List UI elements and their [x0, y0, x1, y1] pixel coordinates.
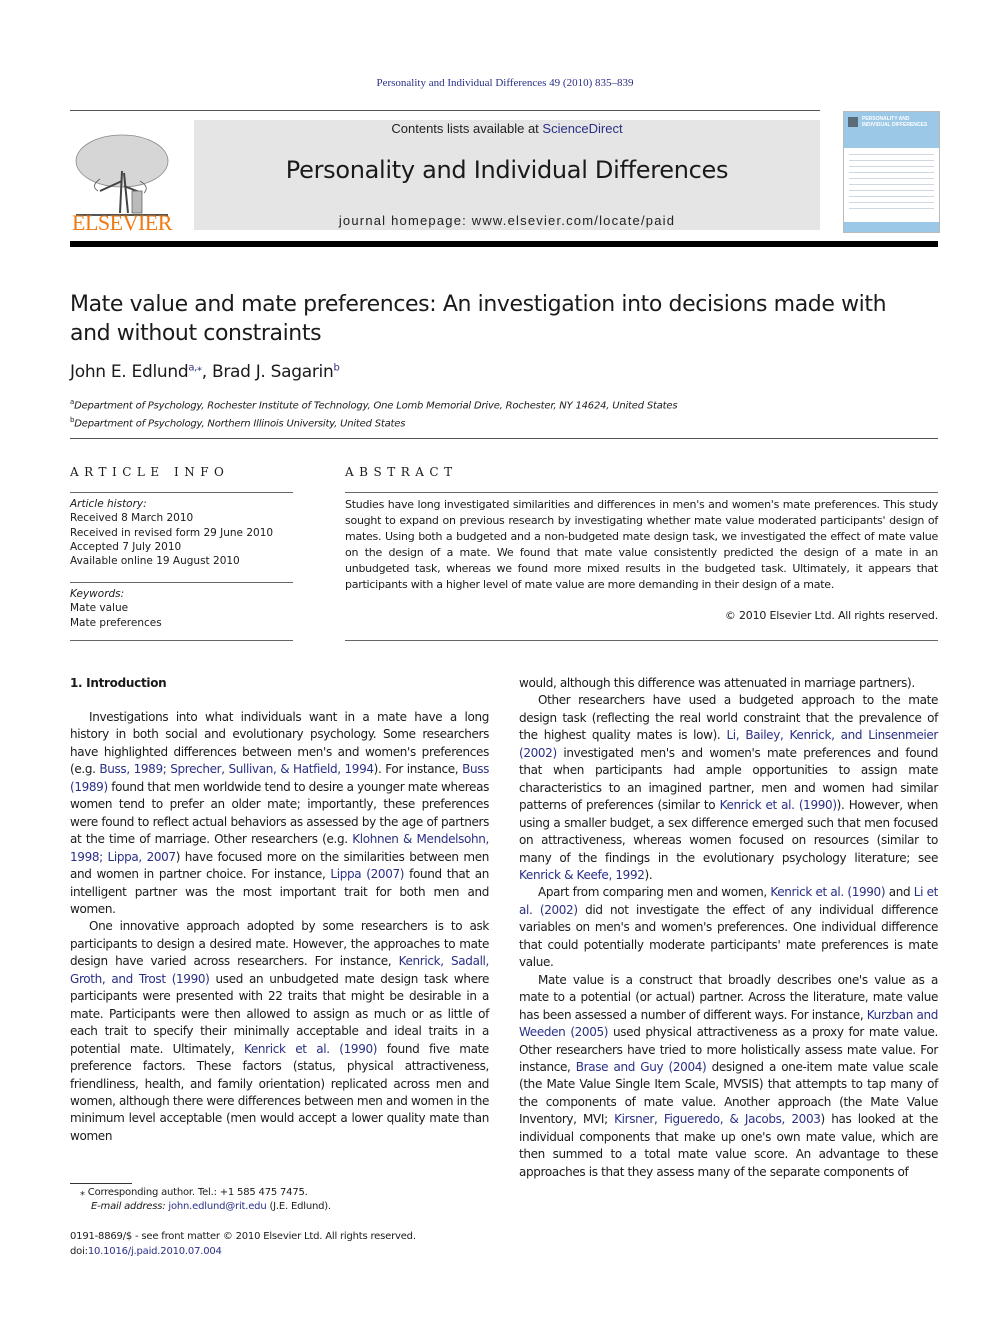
footnote-marker: ⁎: [80, 1187, 85, 1198]
front-matter: 0191-8869/$ - see front matter © 2010 El…: [70, 1229, 416, 1259]
history-item: Received in revised form 29 June 2010: [70, 526, 274, 539]
issn-line: 0191-8869/$ - see front matter © 2010 El…: [70, 1231, 416, 1242]
affiliation: aDepartment of Psychology, Rochester Ins…: [70, 395, 678, 413]
citation-link[interactable]: Kurzban and Weeden (2005): [519, 1008, 938, 1039]
citation-link[interactable]: Lippa (2007): [330, 867, 404, 881]
header-divider: [70, 110, 820, 111]
doi-link[interactable]: 10.1016/j.paid.2010.07.004: [88, 1246, 222, 1257]
contents-available: Contents lists available at ScienceDirec…: [194, 121, 820, 136]
corresponding-text: Corresponding author. Tel.: +1 585 475 7…: [87, 1187, 308, 1198]
article-info-heading: ARTICLE INFO: [70, 465, 230, 479]
author-affiliation-link[interactable]: a,⁎: [188, 362, 202, 373]
abstract-divider: [345, 492, 938, 493]
doi-line: doi:10.1016/j.paid.2010.07.004: [70, 1244, 416, 1259]
history-item: Received 8 March 2010: [70, 512, 194, 525]
affiliation-text: Department of Psychology, Northern Illin…: [74, 418, 406, 430]
paragraph: One innovative approach adopted by some …: [70, 919, 490, 1143]
cover-title-line2: INDIVIDUAL DIFFERENCES: [862, 122, 928, 128]
citation-link[interactable]: Kenrick et al. (1990): [244, 1042, 377, 1056]
paragraph: Apart from comparing men and women, Kenr…: [519, 885, 938, 970]
author-list: John E. Edlunda,⁎, Brad J. Sagarinb: [70, 362, 340, 382]
author-name: John E. Edlund: [70, 362, 189, 382]
citation-link[interactable]: Kenrick, Sadall, Groth, and Trost (1990): [70, 954, 489, 985]
corresponding-author-note: ⁎ Corresponding author. Tel.: +1 585 475…: [80, 1186, 331, 1200]
citation-link[interactable]: Kenrick et al. (1990): [770, 885, 885, 899]
history-label: Article history:: [70, 498, 147, 510]
footnote: ⁎ Corresponding author. Tel.: +1 585 475…: [80, 1186, 331, 1214]
doi-prefix: doi:: [70, 1246, 88, 1257]
body-column-left: Investigations into what individuals wan…: [70, 709, 489, 1145]
keyword: Mate preferences: [70, 616, 162, 629]
article-info-divider: [70, 640, 293, 641]
paragraph: Mate value is a construct that broadly d…: [519, 972, 938, 1179]
paragraph: would, although this difference was atte…: [519, 676, 915, 690]
cover-title: PERSONALITY AND INDIVIDUAL DIFFERENCES: [862, 116, 927, 128]
affiliation-text: Department of Psychology, Rochester Inst…: [74, 400, 678, 412]
contents-prefix: Contents lists available at: [391, 121, 543, 136]
author-affiliation-link[interactable]: b: [333, 362, 339, 373]
affiliation-divider: [70, 438, 938, 439]
cover-footer: [844, 222, 939, 232]
body-column-right: would, although this difference was atte…: [519, 675, 938, 1181]
citation-link[interactable]: Kenrick & Keefe, 1992: [519, 868, 645, 882]
article-history: Article history: Received 8 March 2010 R…: [70, 497, 300, 568]
author-name: Brad J. Sagarin: [211, 362, 334, 382]
email-note: E-mail address: john.edlund@rit.edu (J.E…: [80, 1200, 331, 1214]
keyword: Mate value: [70, 602, 129, 615]
keywords: Keywords: Mate value Mate preferences: [70, 587, 300, 630]
abstract-divider: [345, 640, 938, 641]
history-item: Available online 19 August 2010: [70, 555, 240, 568]
paragraph: Investigations into what individuals wan…: [70, 710, 490, 916]
article-title: Mate value and mate preferences: An inve…: [70, 292, 887, 346]
abstract-copyright: © 2010 Elsevier Ltd. All rights reserved…: [724, 609, 938, 622]
citation-link[interactable]: Li, Bailey, Kenrick, and Linsenmeier (20…: [519, 728, 938, 759]
footnote-divider: [70, 1183, 132, 1184]
email-suffix: (J.E. Edlund).: [266, 1201, 331, 1212]
history-item: Accepted 7 July 2010: [70, 540, 182, 553]
masthead-divider: [70, 241, 938, 247]
citation-link[interactable]: Brase and Guy (2004): [576, 1060, 707, 1074]
email-link[interactable]: john.edlund@rit.edu: [168, 1201, 266, 1212]
elsevier-wordmark: ELSEVIER: [72, 210, 172, 235]
abstract-heading: ABSTRACT: [345, 465, 458, 479]
citation-link[interactable]: Klohnen & Mendelsohn, 1998; Lippa, 2007: [70, 832, 489, 863]
sciencedirect-link[interactable]: ScienceDirect: [542, 121, 622, 136]
citation-link[interactable]: Buss, 1989; Sprecher, Sullivan, & Hatfie…: [99, 762, 374, 776]
citation-link[interactable]: Kenrick et al. (1990): [720, 798, 837, 812]
affiliation: bDepartment of Psychology, Northern Illi…: [70, 413, 677, 431]
cover-elsevier-icon: [848, 117, 858, 127]
journal-title: Personality and Individual Differences: [285, 156, 729, 184]
abstract-text: Studies have long investigated similarit…: [345, 498, 938, 591]
journal-homepage[interactable]: journal homepage: www.elsevier.com/locat…: [194, 213, 820, 228]
keywords-label: Keywords:: [70, 588, 125, 600]
citation-link[interactable]: Kirsner, Figueredo, & Jacobs, 2003: [614, 1112, 821, 1126]
cover-contents-lines: [849, 154, 934, 214]
email-label: E-mail address:: [91, 1201, 169, 1212]
journal-cover-thumbnail: PERSONALITY AND INDIVIDUAL DIFFERENCES: [843, 111, 940, 233]
article-info-divider: [70, 582, 293, 583]
affiliations: aDepartment of Psychology, Rochester Ins…: [70, 395, 678, 432]
article-info-divider: [70, 492, 293, 493]
section-heading-introduction: 1. Introduction: [70, 676, 167, 690]
journal-reference[interactable]: Personality and Individual Differences 4…: [0, 77, 992, 89]
paragraph: Other researchers have used a budgeted a…: [519, 693, 939, 882]
